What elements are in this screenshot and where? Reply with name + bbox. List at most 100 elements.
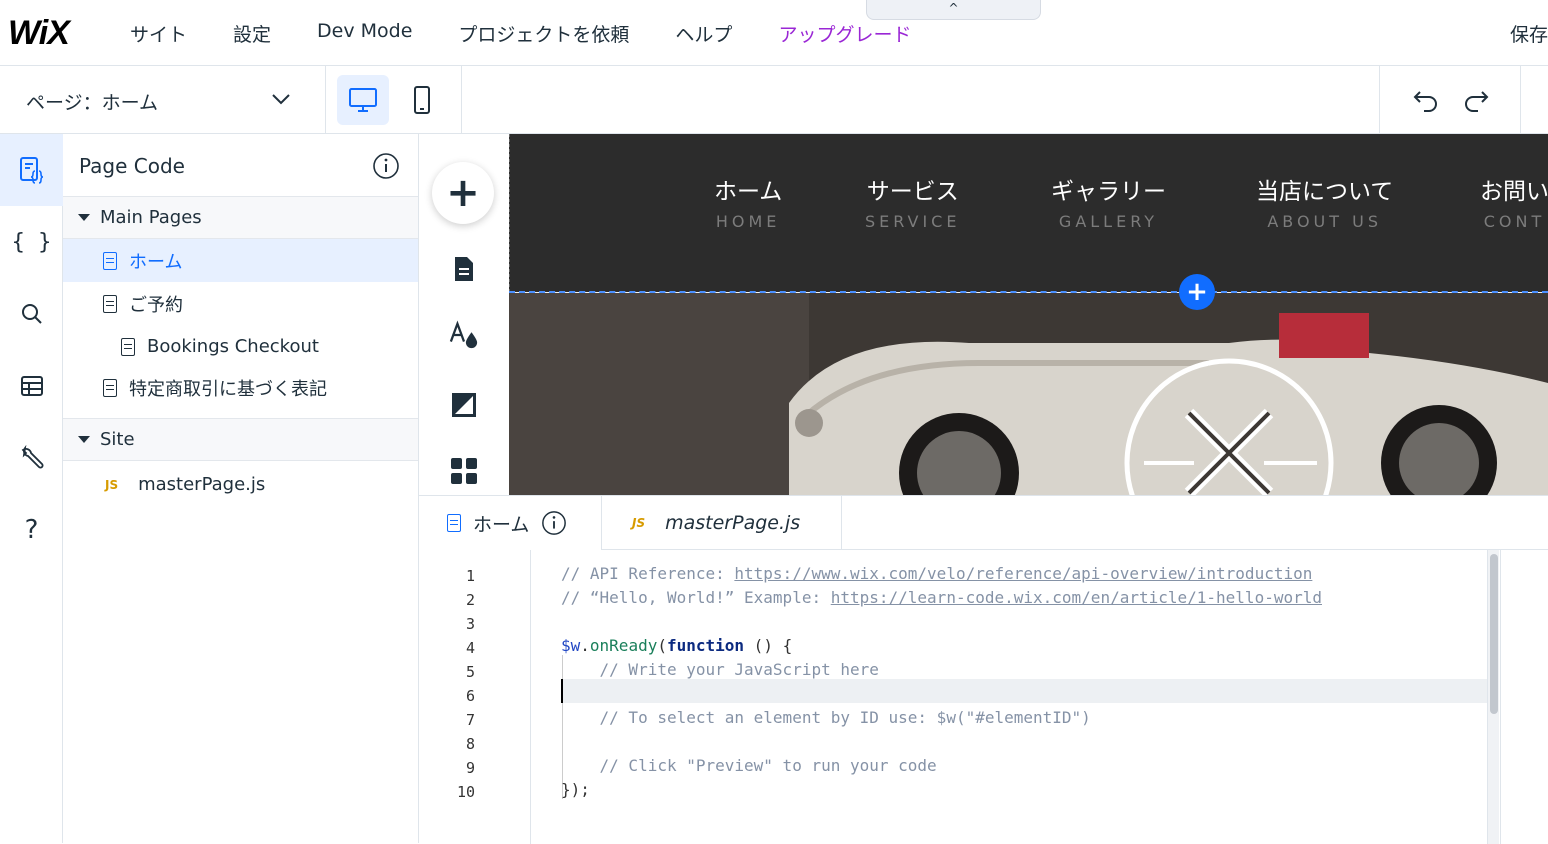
page-item-label: Bookings Checkout bbox=[147, 336, 319, 357]
nav-jp-label: ホーム bbox=[714, 179, 783, 205]
current-page-label: ページ：ホーム bbox=[26, 92, 159, 114]
code-line-1: // API Reference: https://www.wix.com/ve… bbox=[561, 564, 1312, 583]
site-nav-service[interactable]: サービス SERVICE bbox=[865, 172, 960, 231]
databases-button[interactable] bbox=[0, 350, 63, 422]
code-editor[interactable]: 1 2 3 4 5 6 7 8 9 10 // API Reference: h… bbox=[419, 550, 1548, 844]
divider bbox=[1520, 66, 1521, 134]
main-pages-section[interactable]: Main Pages bbox=[63, 196, 418, 239]
menu-settings[interactable]: 設定 bbox=[233, 20, 271, 47]
scrollbar-thumb[interactable] bbox=[1490, 554, 1498, 714]
line-number: 1 bbox=[465, 567, 475, 585]
line-number: 4 bbox=[465, 639, 475, 657]
info-icon[interactable] bbox=[372, 152, 400, 180]
pages-button[interactable] bbox=[449, 254, 479, 284]
mobile-view-button[interactable] bbox=[396, 75, 448, 125]
hello-world-link[interactable]: https://learn-code.wix.com/en/article/1-… bbox=[831, 588, 1322, 607]
site-header[interactable]: ホーム HOME サービス SERVICE ギャラリー GALLERY 当店につ… bbox=[509, 134, 1548, 292]
save-button[interactable]: 保存 bbox=[1510, 20, 1548, 47]
page-item-reservation[interactable]: ご予約 bbox=[63, 282, 418, 325]
code-line-10: }); bbox=[561, 780, 590, 799]
page-item-commercial-law[interactable]: 特定商取引に基づく表記 bbox=[63, 366, 418, 409]
plus-icon: + bbox=[446, 170, 480, 216]
page-item-label: ホーム bbox=[129, 251, 183, 273]
page-menu-icon bbox=[455, 257, 473, 281]
menu-hire-professional[interactable]: プロジェクトを依頼 bbox=[458, 20, 629, 47]
nav-jp-label: お問い bbox=[1480, 179, 1548, 205]
code-line-9: // Click "Preview" to run your code bbox=[561, 756, 937, 775]
code-comment: // “Hello, World!” Example: bbox=[561, 588, 831, 607]
page-icon bbox=[447, 514, 461, 532]
editor-side-panel bbox=[1500, 550, 1548, 844]
line-number-gutter: 1 2 3 4 5 6 7 8 9 10 bbox=[419, 550, 531, 844]
page-item-label: ご予約 bbox=[129, 294, 183, 316]
line-number: 6 bbox=[465, 687, 475, 705]
page-selector[interactable]: ページ：ホーム bbox=[0, 66, 326, 134]
code-panel: ホーム JS masterPage.js 1 2 3 4 5 6 7 8 9 1… bbox=[419, 495, 1548, 844]
theme-icon bbox=[449, 320, 478, 349]
search-button[interactable] bbox=[0, 278, 63, 350]
menu-site[interactable]: サイト bbox=[130, 20, 187, 47]
js-file-icon: JS bbox=[105, 477, 119, 492]
editor-scrollbar[interactable] bbox=[1487, 550, 1499, 844]
line-number: 2 bbox=[465, 591, 475, 609]
menu-help[interactable]: ヘルプ bbox=[675, 20, 732, 47]
desktop-view-button[interactable] bbox=[337, 75, 389, 125]
code-line-5: // Write your JavaScript here bbox=[561, 660, 879, 679]
site-nav-home[interactable]: ホーム HOME bbox=[714, 172, 782, 231]
wix-logo[interactable]: WiX bbox=[8, 14, 70, 53]
background-button[interactable] bbox=[449, 390, 479, 420]
code-token: $w bbox=[561, 636, 581, 655]
file-item-label: masterPage.js bbox=[138, 474, 266, 495]
tab-label: ホーム bbox=[473, 513, 530, 536]
code-token: . bbox=[580, 636, 590, 655]
page-code-icon bbox=[19, 157, 43, 184]
site-section[interactable]: Site bbox=[63, 418, 418, 461]
menu-dev-mode[interactable]: Dev Mode bbox=[317, 20, 412, 47]
code-comment: // API Reference: bbox=[561, 564, 735, 583]
add-section-button[interactable]: + bbox=[1179, 274, 1215, 310]
left-rail: { } ? bbox=[0, 134, 63, 843]
line-number: 8 bbox=[465, 735, 475, 753]
page-icon bbox=[103, 294, 117, 313]
hero-image[interactable] bbox=[509, 293, 1548, 495]
menu-upgrade[interactable]: アップグレード bbox=[778, 20, 911, 47]
table-icon bbox=[20, 376, 43, 396]
js-file-icon: JS bbox=[632, 515, 646, 530]
site-nav-gallery[interactable]: ギャラリー GALLERY bbox=[1051, 172, 1166, 231]
code-line-7: // To select an element by ID use: $w("#… bbox=[561, 708, 1091, 727]
apps-button[interactable] bbox=[449, 456, 479, 486]
page-code-button[interactable] bbox=[0, 134, 63, 206]
api-reference-link[interactable]: https://www.wix.com/velo/reference/api-o… bbox=[734, 564, 1312, 583]
line-number: 10 bbox=[456, 783, 475, 801]
code-line-2: // “Hello, World!” Example: https://lear… bbox=[561, 588, 1322, 607]
info-icon[interactable] bbox=[541, 510, 567, 536]
redo-icon[interactable] bbox=[1462, 86, 1490, 114]
site-nav-about[interactable]: 当店について ABOUT US bbox=[1256, 172, 1393, 231]
file-item-masterpage[interactable]: JS masterPage.js bbox=[63, 463, 418, 506]
add-elements-button[interactable]: + bbox=[432, 162, 494, 224]
section-label: Site bbox=[100, 429, 135, 450]
design-button[interactable] bbox=[449, 320, 479, 350]
section-divider bbox=[509, 291, 1548, 293]
tab-masterpage[interactable]: JS masterPage.js bbox=[602, 496, 842, 550]
public-backend-button[interactable]: { } bbox=[0, 206, 63, 278]
page-code-panel: Page Code Main Pages ホーム ご予約 Bookings Ch… bbox=[63, 134, 419, 843]
undo-icon[interactable] bbox=[1412, 86, 1440, 114]
page-item-home[interactable]: ホーム bbox=[63, 239, 418, 282]
tab-home[interactable]: ホーム bbox=[419, 496, 602, 550]
car-photo bbox=[509, 293, 1548, 495]
collapse-topbar-button[interactable]: ^ bbox=[866, 0, 1041, 20]
help-button[interactable]: ? bbox=[0, 494, 63, 566]
site-nav-contact[interactable]: お問い CONT bbox=[1480, 172, 1548, 231]
background-icon bbox=[452, 393, 476, 417]
desktop-icon bbox=[349, 88, 377, 112]
tools-button[interactable] bbox=[0, 422, 63, 494]
top-bar: WiX サイト 設定 Dev Mode プロジェクトを依頼 ヘルプ アップグレー… bbox=[0, 0, 1548, 66]
code-token: ( bbox=[657, 636, 667, 655]
nav-en-label: GALLERY bbox=[1058, 212, 1159, 231]
nav-jp-label: サービス bbox=[866, 179, 959, 205]
page-item-bookings-checkout[interactable]: Bookings Checkout bbox=[63, 325, 418, 368]
divider bbox=[1379, 66, 1380, 134]
apps-icon bbox=[451, 458, 477, 484]
code-line-4: $w.onReady(function () { bbox=[561, 636, 792, 655]
